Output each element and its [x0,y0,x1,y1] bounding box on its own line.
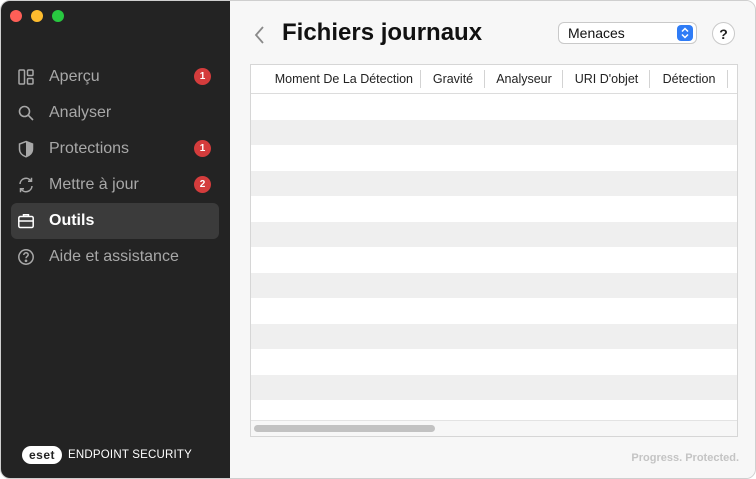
log-table: Moment De La Détection Gravité Analyseur… [250,64,738,437]
column-header-object-uri[interactable]: URI D'objet [563,70,650,88]
minimize-window-button[interactable] [31,10,43,22]
chevron-left-icon [254,26,264,44]
sidebar: Aperçu 1 Analyser Protections 1 Mettre à… [1,1,230,478]
log-type-value: Menaces [568,25,625,41]
table-row [251,323,737,349]
shield-icon [17,140,35,158]
page-title: Fichiers journaux [282,19,483,46]
sidebar-item-analyser[interactable]: Analyser [11,95,219,131]
refresh-icon [17,176,35,194]
column-header-scanner[interactable]: Analyseur [485,70,563,88]
notification-badge: 1 [194,68,211,85]
sidebar-item-label: Analyser [49,104,112,121]
eset-logo: eset [22,446,63,464]
help-circle-icon [17,248,35,266]
column-header-severity[interactable]: Gravité [421,70,485,88]
table-row [251,349,737,375]
app-window: Aperçu 1 Analyser Protections 1 Mettre à… [0,0,756,479]
sidebar-item-protections[interactable]: Protections 1 [11,131,219,167]
sidebar-item-aide[interactable]: Aide et assistance [11,239,219,275]
main-content: Fichiers journaux Menaces ? Moment De La… [230,1,755,478]
table-row [251,119,737,145]
product-name: ENDPOINT SECURITY [68,449,192,461]
table-header: Moment De La Détection Gravité Analyseur… [251,65,737,94]
table-row [251,170,737,196]
sidebar-item-label: Protections [49,140,130,157]
close-window-button[interactable] [10,10,22,22]
sidebar-item-apercu[interactable]: Aperçu 1 [11,59,219,95]
notification-badge: 2 [194,176,211,193]
scrollbar-thumb[interactable] [254,425,435,432]
table-row [251,196,737,222]
log-type-select[interactable]: Menaces [558,22,697,44]
back-button[interactable] [252,23,268,47]
sidebar-item-outils[interactable]: Outils [11,203,219,239]
brand-logo: eset ENDPOINT SECURITY [22,446,192,464]
horizontal-scrollbar[interactable] [251,420,737,436]
table-row [251,272,737,298]
table-row [251,298,737,324]
notification-badge: 1 [194,140,211,157]
window-controls [10,10,64,22]
sidebar-item-label: Outils [49,212,95,229]
up-down-chevron-icon [677,25,693,41]
table-body [251,94,737,426]
sidebar-nav: Aperçu 1 Analyser Protections 1 Mettre à… [11,59,219,275]
help-button[interactable]: ? [712,22,735,45]
table-row [251,247,737,273]
search-icon [17,104,35,122]
table-row [251,374,737,400]
zoom-window-button[interactable] [52,10,64,22]
overview-icon [17,68,35,86]
sidebar-item-label: Aperçu [49,68,100,85]
sidebar-item-mettre-a-jour[interactable]: Mettre à jour 2 [11,167,219,203]
column-header-detection-time[interactable]: Moment De La Détection [251,70,421,88]
sidebar-item-label: Mettre à jour [49,176,139,193]
column-header-detection[interactable]: Détection [650,70,728,88]
tagline: Progress. Protected. [631,452,739,464]
toolbox-icon [17,212,35,230]
table-row [251,94,737,120]
table-row [251,221,737,247]
sidebar-item-label: Aide et assistance [49,248,179,265]
table-row [251,145,737,171]
